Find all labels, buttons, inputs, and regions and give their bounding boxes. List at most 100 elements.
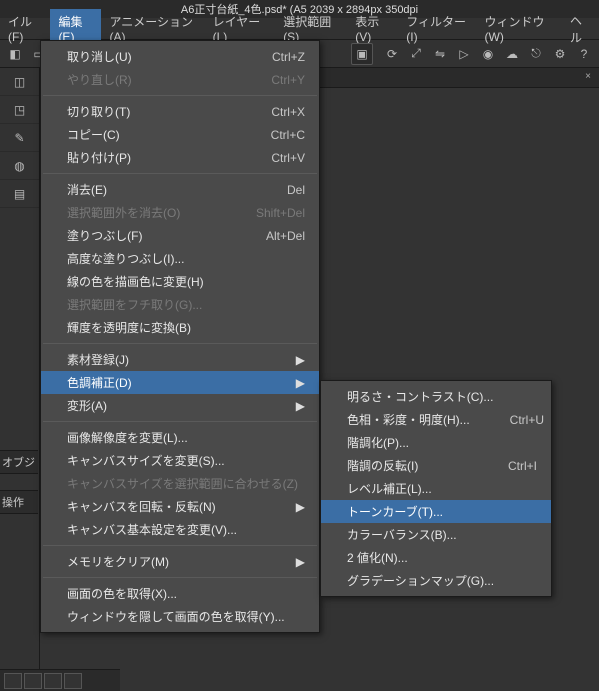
submenu-arrow-icon: ▶ bbox=[296, 376, 305, 390]
menu-item[interactable]: コピー(C) Ctrl+C bbox=[41, 123, 319, 146]
menu-item-label: 色調補正(D) bbox=[67, 374, 132, 391]
menu-item: 選択範囲外を消去(O) Shift+Del bbox=[41, 201, 319, 224]
menu-item[interactable]: 輝度を透明度に変換(B) bbox=[41, 316, 319, 339]
menu-shortcut: Ctrl+Y bbox=[271, 73, 305, 87]
menu-item-label: 選択範囲をフチ取り(G)... bbox=[67, 296, 202, 313]
nav-button[interactable] bbox=[4, 673, 22, 689]
menu-item-label: レベル補正(L)... bbox=[347, 480, 432, 497]
menu-item[interactable]: 素材登録(J) ▶ bbox=[41, 348, 319, 371]
menu-separator bbox=[43, 173, 317, 174]
bottom-strip bbox=[0, 669, 120, 691]
rotate-icon[interactable]: ⟳ bbox=[381, 43, 403, 65]
cube-move-icon[interactable]: ◳ bbox=[8, 98, 32, 122]
menu-item[interactable]: 階調化(P)... bbox=[321, 431, 551, 454]
nav-button[interactable] bbox=[44, 673, 62, 689]
lasso-tool-icon[interactable]: ✎ bbox=[8, 126, 32, 150]
menu-item-label: 画面の色を取得(X)... bbox=[67, 585, 177, 602]
menu-item[interactable]: トーンカーブ(T)... bbox=[321, 500, 551, 523]
menu-item-label: 貼り付け(P) bbox=[67, 149, 131, 166]
cube-tool-icon[interactable]: ◫ bbox=[8, 70, 32, 94]
menu-shortcut: Del bbox=[287, 183, 305, 197]
menu-item-label: 素材登録(J) bbox=[67, 351, 129, 368]
menu-item-label: キャンバスサイズを変更(S)... bbox=[67, 452, 225, 469]
menu-item[interactable]: 色相・彩度・明度(H)...Ctrl+U bbox=[321, 408, 551, 431]
menu-separator bbox=[43, 577, 317, 578]
cloud-icon[interactable]: ☁ bbox=[501, 43, 523, 65]
menu-item-label: グラデーションマップ(G)... bbox=[347, 572, 494, 589]
tool-icon[interactable]: ◧ bbox=[4, 43, 26, 65]
play-icon[interactable]: ▷ bbox=[453, 43, 475, 65]
menu-item-label: 明るさ・コントラスト(C)... bbox=[347, 388, 493, 405]
dock-operate-label[interactable]: 操作 bbox=[0, 490, 38, 514]
menu-item-label: ウィンドウを隠して画面の色を取得(Y)... bbox=[67, 608, 285, 625]
menu-item[interactable]: 線の色を描画色に変更(H) bbox=[41, 270, 319, 293]
menu-item[interactable]: グラデーションマップ(G)... bbox=[321, 569, 551, 592]
menu-shortcut: Alt+Del bbox=[266, 229, 305, 243]
menu-item-label: 階調の反転(I) bbox=[347, 457, 418, 474]
nav-button[interactable] bbox=[64, 673, 82, 689]
menu-item[interactable]: ウィンドウを隠して画面の色を取得(Y)... bbox=[41, 605, 319, 628]
help-icon[interactable]: ? bbox=[573, 43, 595, 65]
menu-item-label: キャンバス基本設定を変更(V)... bbox=[67, 521, 237, 538]
menu-shortcut: Shift+Del bbox=[256, 206, 305, 220]
menu-item-label: コピー(C) bbox=[67, 126, 120, 143]
menu-item[interactable]: 階調の反転(I) Ctrl+I bbox=[321, 454, 551, 477]
menu-item-label: トーンカーブ(T)... bbox=[347, 503, 443, 520]
menu-item[interactable]: 色調補正(D) ▶ bbox=[41, 371, 319, 394]
menubar: イル(F)編集(E)アニメーション(A)レイヤー(L)選択範囲(S)表示(V)フ… bbox=[0, 18, 599, 40]
menu-item[interactable]: メモリをクリア(M)▶ bbox=[41, 550, 319, 573]
close-icon[interactable]: × bbox=[585, 71, 591, 82]
menu-item[interactable]: 画像解像度を変更(L)... bbox=[41, 426, 319, 449]
menu-item: キャンバスサイズを選択範囲に合わせる(Z) bbox=[41, 472, 319, 495]
menu-item[interactable]: 2 値化(N)... bbox=[321, 546, 551, 569]
menu-item[interactable]: キャンバス基本設定を変更(V)... bbox=[41, 518, 319, 541]
menu-item[interactable]: 画面の色を取得(X)... bbox=[41, 582, 319, 605]
menu-item-label: 消去(E) bbox=[67, 181, 107, 198]
menu-item-label: 高度な塗りつぶし(I)... bbox=[67, 250, 184, 267]
submenu-arrow-icon: ▶ bbox=[296, 399, 305, 413]
menu-separator bbox=[43, 343, 317, 344]
settings-icon[interactable]: ⚙ bbox=[549, 43, 571, 65]
menu-item[interactable]: カラーバランス(B)... bbox=[321, 523, 551, 546]
edit-menu-dropdown: 取り消し(U)Ctrl+Zやり直し(R)Ctrl+Y切り取り(T)Ctrl+Xコ… bbox=[40, 40, 320, 633]
submenu-arrow-icon: ▶ bbox=[296, 353, 305, 367]
menu-item: やり直し(R) Ctrl+Y bbox=[41, 68, 319, 91]
tool-sidebar: ◫ ◳ ✎ ◍ ▤ bbox=[0, 68, 40, 688]
menu-item-label: 階調化(P)... bbox=[347, 434, 409, 451]
menu-shortcut: Ctrl+Z bbox=[272, 50, 305, 64]
menu-item[interactable]: 取り消し(U) Ctrl+Z bbox=[41, 45, 319, 68]
menu-item[interactable]: 塗りつぶし(F) Alt+Del bbox=[41, 224, 319, 247]
menu-item-label: 取り消し(U) bbox=[67, 48, 132, 65]
arrows-icon[interactable]: ⤢ bbox=[405, 43, 427, 65]
menu-item-label: 切り取り(T) bbox=[67, 103, 130, 120]
menu-item-label: 選択範囲外を消去(O) bbox=[67, 204, 180, 221]
menu-item[interactable]: キャンバスサイズを変更(S)... bbox=[41, 449, 319, 472]
eye-icon[interactable]: ◉ bbox=[477, 43, 499, 65]
light-tool-icon[interactable]: ◍ bbox=[8, 154, 32, 178]
menu-item-label: やり直し(R) bbox=[67, 71, 132, 88]
menu-item[interactable]: 明るさ・コントラスト(C)... bbox=[321, 385, 551, 408]
flip-icon[interactable]: ⇋ bbox=[429, 43, 451, 65]
menu-item[interactable]: 消去(E) Del bbox=[41, 178, 319, 201]
dock-object-label[interactable]: オブジ bbox=[0, 450, 38, 474]
menu-separator bbox=[43, 95, 317, 96]
share-icon[interactable]: ⎋ bbox=[525, 43, 547, 65]
menu-item-label: 輝度を透明度に変換(B) bbox=[67, 319, 191, 336]
menu-item[interactable]: キャンバスを回転・反転(N) ▶ bbox=[41, 495, 319, 518]
screen-mode-icon[interactable]: ▣ bbox=[351, 43, 373, 65]
menu-item[interactable]: レベル補正(L)... bbox=[321, 477, 551, 500]
submenu-arrow-icon: ▶ bbox=[296, 500, 305, 514]
menu-item[interactable]: 貼り付け(P)Ctrl+V bbox=[41, 146, 319, 169]
menu-item: 選択範囲をフチ取り(G)... bbox=[41, 293, 319, 316]
ruler-tool-icon[interactable]: ▤ bbox=[8, 182, 32, 206]
menu-item[interactable]: 切り取り(T)Ctrl+X bbox=[41, 100, 319, 123]
menu-shortcut: Ctrl+C bbox=[271, 128, 305, 142]
menu-item[interactable]: 高度な塗りつぶし(I)... bbox=[41, 247, 319, 270]
menu-shortcut: Ctrl+I bbox=[508, 459, 537, 473]
menu-item[interactable]: 変形(A)▶ bbox=[41, 394, 319, 417]
menu-item-label: 塗りつぶし(F) bbox=[67, 227, 142, 244]
nav-button[interactable] bbox=[24, 673, 42, 689]
menu-item-label: 2 値化(N)... bbox=[347, 549, 408, 566]
menu-item-label: キャンバスを回転・反転(N) bbox=[67, 498, 216, 515]
color-correction-submenu: 明るさ・コントラスト(C)... 色相・彩度・明度(H)...Ctrl+U 階調化(… bbox=[320, 380, 552, 597]
